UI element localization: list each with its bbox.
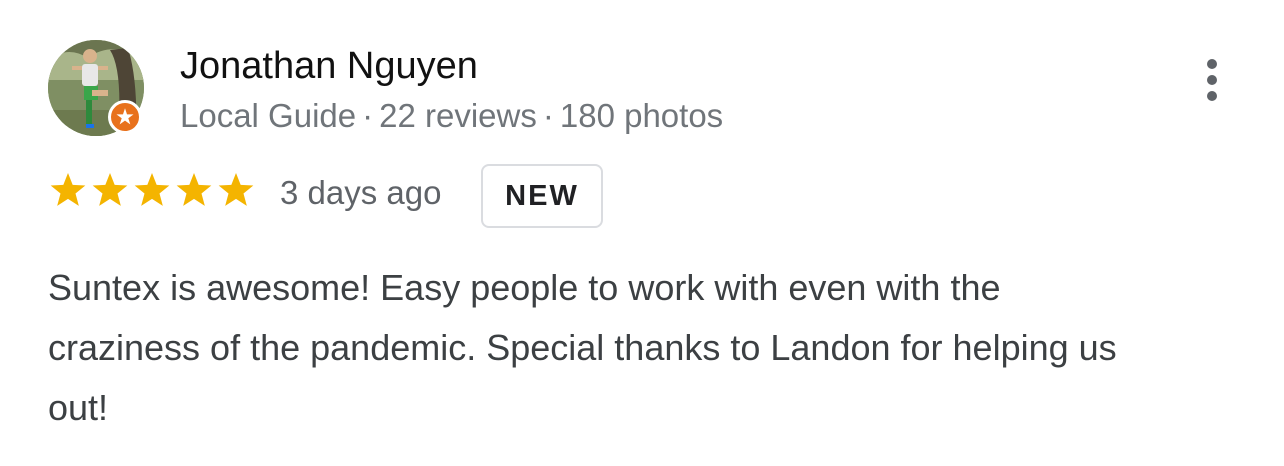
review-date: 3 days ago: [280, 174, 442, 211]
star-icon: [216, 170, 256, 212]
local-guide-badge: [108, 100, 142, 134]
reviewer-review-count: 22 reviews: [379, 97, 537, 134]
review-text: Suntex is awesome! Easy people to work w…: [48, 267, 1117, 428]
star-icon: [174, 170, 214, 212]
more-vert-icon-dot: [1207, 75, 1217, 85]
review-card: Jonathan Nguyen Local Guide · 22 reviews · 1…: [0, 0, 1284, 466]
more-vert-icon-dot: [1207, 91, 1217, 101]
star-icon: [48, 170, 88, 212]
star-icon: [90, 170, 130, 212]
reviewer-meta: Local Guide · 22 reviews · 180 photos: [180, 96, 723, 136]
meta-separator: ·: [542, 97, 554, 134]
meta-separator: ·: [362, 97, 374, 134]
reviewer-name[interactable]: Jonathan Nguyen: [180, 42, 478, 90]
star-rating: [48, 170, 256, 212]
more-vert-icon: [1207, 59, 1217, 69]
local-guide-star-icon: [116, 108, 134, 125]
more-options-button[interactable]: [1190, 54, 1234, 106]
new-badge: NEW: [481, 164, 603, 228]
star-icon: [132, 170, 172, 212]
reviewer-level: Local Guide: [180, 97, 357, 134]
reviewer-photo-count: 180 photos: [559, 97, 724, 134]
